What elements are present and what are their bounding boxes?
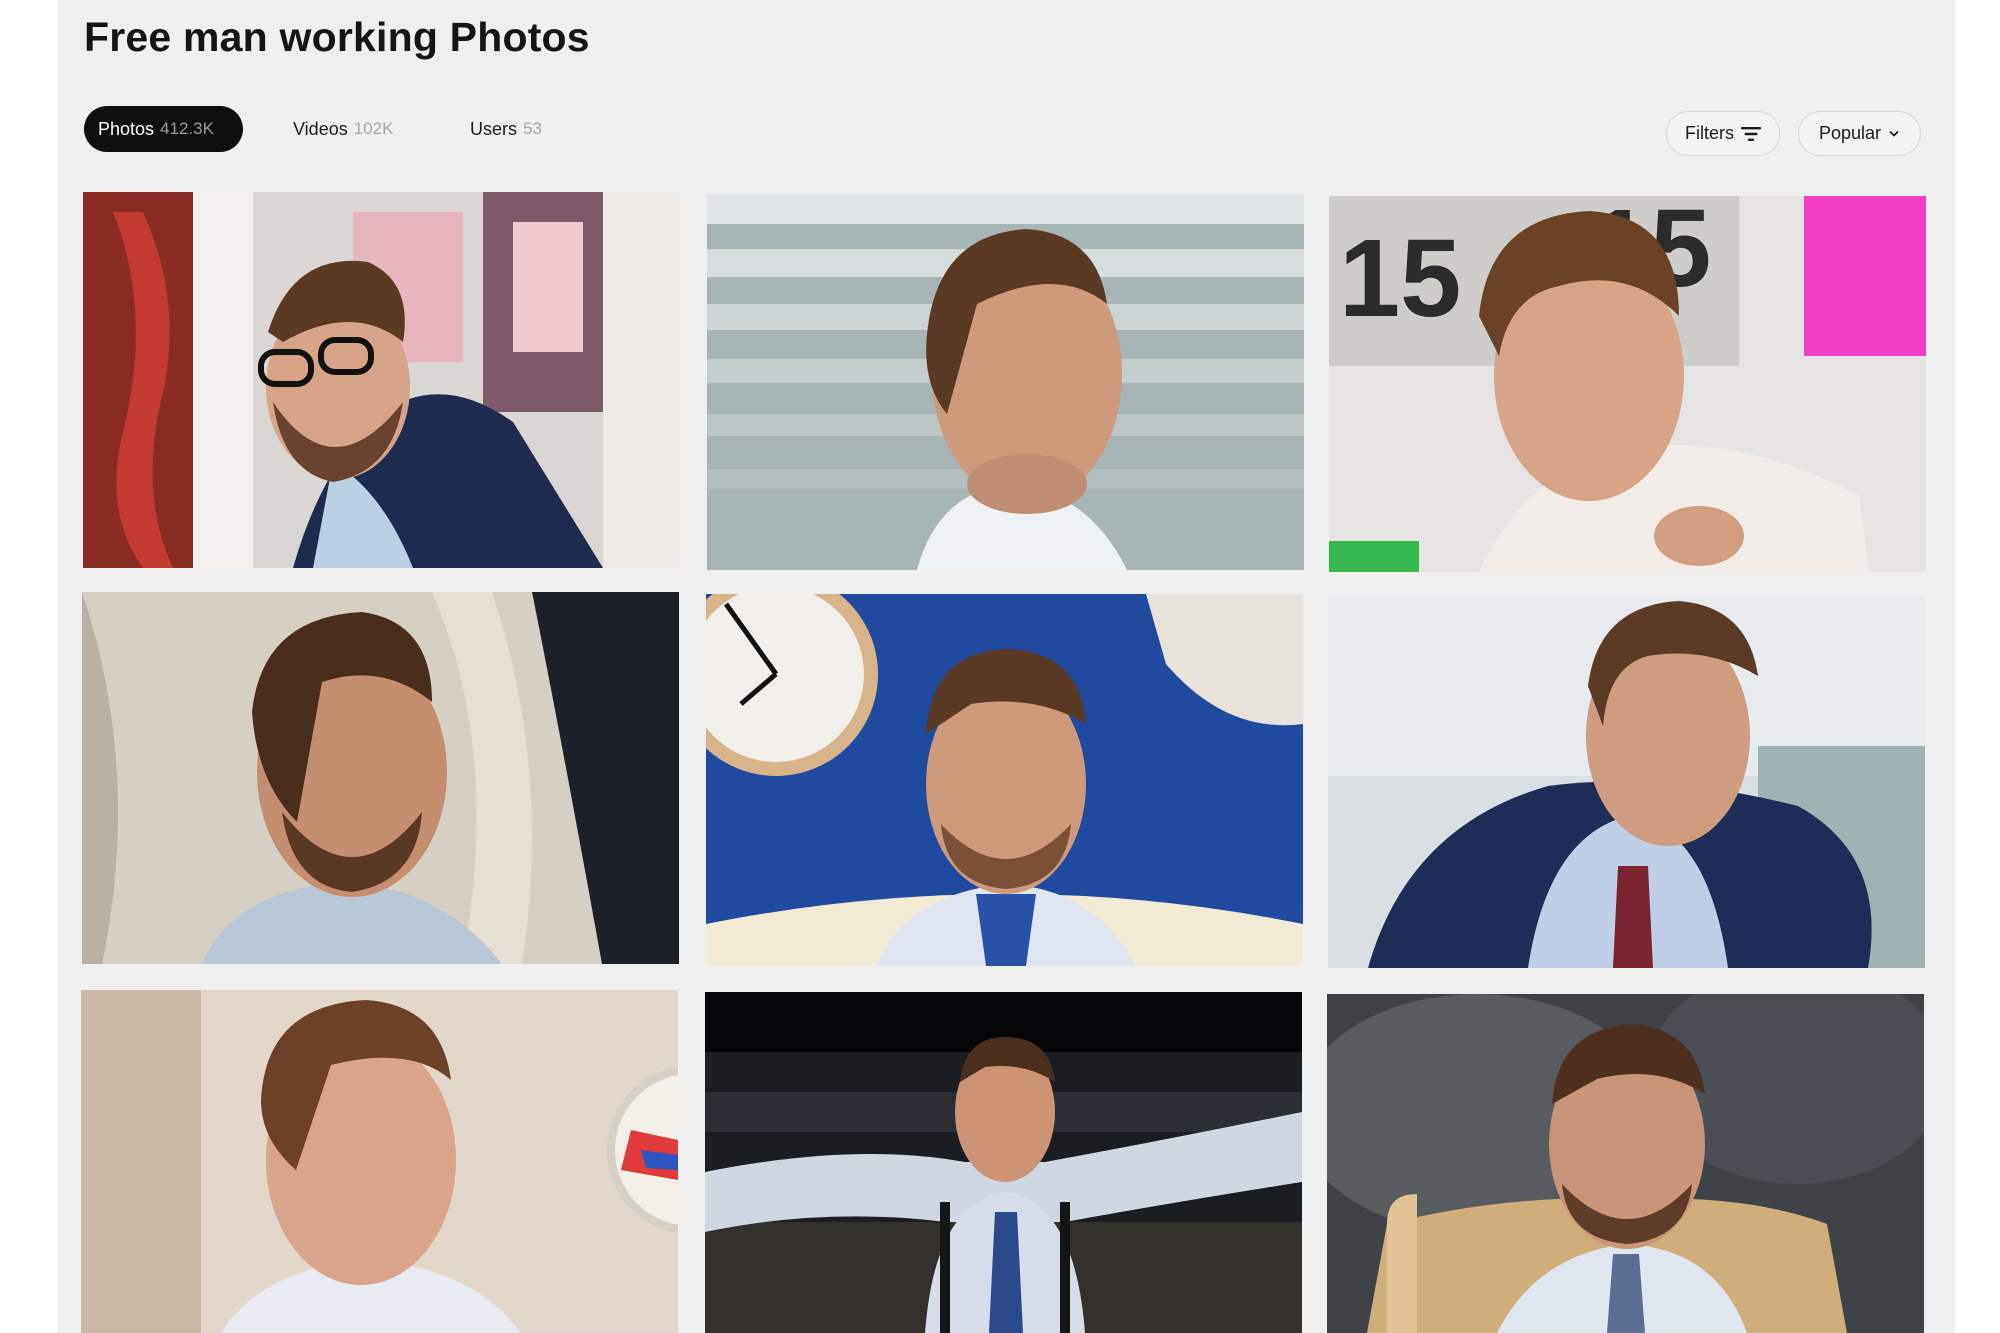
photo-laughing-man-glasses[interactable]	[83, 192, 680, 568]
tab-users[interactable]: Users 53	[470, 106, 542, 152]
chevron-down-icon	[1888, 129, 1900, 138]
tab-users-count: 53	[523, 119, 542, 138]
search-results-panel: Free man working Photos Photos 412.3K Vi…	[57, 0, 1955, 1333]
tab-videos-label: Videos	[293, 118, 348, 139]
photo-man-arms-outstretched[interactable]	[705, 992, 1302, 1333]
filters-label: Filters	[1685, 123, 1734, 143]
tab-photos[interactable]: Photos 412.3K	[84, 106, 243, 152]
photo-man-wooden-chair[interactable]	[1327, 994, 1924, 1333]
photo-man-blue-wall-clock[interactable]	[706, 594, 1303, 966]
filter-lines-icon	[1741, 126, 1761, 142]
sort-label: Popular	[1818, 123, 1882, 143]
photo-man-curtain[interactable]	[82, 592, 679, 964]
tab-photos-label: Photos	[98, 118, 155, 139]
page-title: Free man working Photos	[84, 14, 590, 60]
filters-button[interactable]: Filters	[1666, 111, 1780, 156]
tab-photos-count: 412.3K	[160, 119, 214, 138]
photo-man-looking-up-blinds[interactable]	[707, 194, 1304, 570]
photo-man-adjusting-collar[interactable]: 15 15	[1329, 196, 1926, 572]
sort-dropdown[interactable]: Popular	[1798, 111, 1921, 156]
tab-videos[interactable]: Videos 102K	[293, 106, 393, 152]
svg-text:15: 15	[1339, 217, 1461, 340]
tab-users-label: Users	[470, 118, 518, 139]
tab-videos-count: 102K	[353, 119, 394, 138]
photo-man-navy-suit[interactable]	[1328, 596, 1925, 968]
photo-man-beige-wall[interactable]	[81, 990, 678, 1333]
